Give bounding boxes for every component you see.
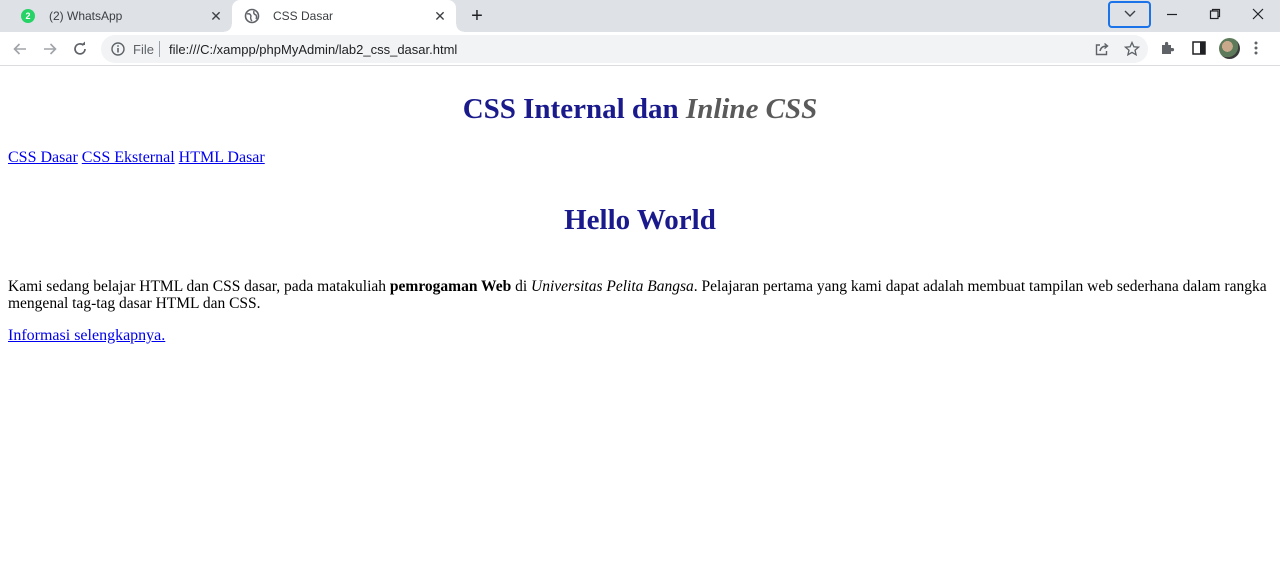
address-bar[interactable]: File file:///C:/xampp/phpMyAdmin/lab2_cs… <box>101 35 1148 63</box>
close-tab-icon[interactable]: ✕ <box>432 8 448 24</box>
share-icon[interactable] <box>1094 41 1110 57</box>
minimize-button[interactable] <box>1152 0 1192 28</box>
close-window-button[interactable] <box>1238 0 1278 28</box>
reload-button[interactable] <box>69 38 91 60</box>
nav-link-css-eksternal[interactable]: CSS Eksternal <box>82 149 175 166</box>
tab-whatsapp[interactable]: 2 (2) WhatsApp ✕ <box>8 0 232 32</box>
tab-search-button[interactable] <box>1108 1 1151 28</box>
arrow-left-icon <box>13 43 26 55</box>
tab-title: CSS Dasar <box>273 9 334 23</box>
new-tab-button[interactable]: + <box>466 6 488 26</box>
side-panel-icon[interactable] <box>1192 41 1206 55</box>
intro-paragraph: Kami sedang belajar HTML dan CSS dasar, … <box>8 278 1268 312</box>
nav-link-html-dasar[interactable]: HTML Dasar <box>179 149 265 166</box>
reload-icon <box>74 41 86 55</box>
page-title: CSS Internal dan Inline CSS <box>0 93 1280 126</box>
page-title-normal: CSS Internal dan <box>462 93 679 125</box>
more-options-icon[interactable] <box>1254 41 1258 55</box>
tab-title: (2) WhatsApp <box>49 9 123 23</box>
url-text[interactable]: file:///C:/xampp/phpMyAdmin/lab2_css_das… <box>169 42 457 57</box>
chevron-down-icon <box>1124 10 1136 17</box>
tab-css-dasar[interactable]: CSS Dasar ✕ <box>224 0 464 32</box>
page-title-italic: Inline CSS <box>685 93 818 125</box>
globe-icon <box>244 8 260 24</box>
forward-button[interactable] <box>39 38 61 60</box>
nav-link-css-dasar[interactable]: CSS Dasar <box>8 149 78 166</box>
address-divider <box>159 41 160 57</box>
whatsapp-badge: 2 <box>25 11 31 21</box>
restore-icon <box>1209 8 1221 20</box>
extensions-puzzle-icon[interactable] <box>1160 40 1176 56</box>
profile-avatar[interactable] <box>1219 38 1240 59</box>
para-italic: Universitas Pelita Bangsa <box>531 278 694 295</box>
close-icon <box>1252 8 1264 20</box>
arrow-right-icon <box>44 43 57 55</box>
hello-heading: Hello World <box>564 204 716 236</box>
restore-button[interactable] <box>1195 0 1235 28</box>
bookmark-star-icon[interactable] <box>1124 41 1140 57</box>
minimize-icon <box>1167 13 1177 16</box>
more-info-link[interactable]: Informasi selengkapnya. <box>8 327 165 345</box>
back-button[interactable] <box>9 38 31 60</box>
whatsapp-icon: 2 <box>21 9 35 23</box>
close-tab-icon[interactable]: ✕ <box>208 8 224 24</box>
nav-links: CSS Dasar CSS Eksternal HTML Dasar <box>8 149 265 167</box>
web-page: CSS Internal dan Inline CSS CSS Dasar CS… <box>0 67 1280 566</box>
tab-strip: 2 (2) WhatsApp ✕ CSS Dasar ✕ + <box>0 0 1280 32</box>
para-text-1: Kami sedang belajar HTML dan CSS dasar, … <box>8 278 390 295</box>
para-text-2: di <box>511 278 532 295</box>
browser-toolbar: File file:///C:/xampp/phpMyAdmin/lab2_cs… <box>0 32 1280 66</box>
para-bold: pemrogaman Web <box>389 278 512 295</box>
scheme-label: File <box>133 42 154 57</box>
info-icon[interactable] <box>111 42 125 56</box>
